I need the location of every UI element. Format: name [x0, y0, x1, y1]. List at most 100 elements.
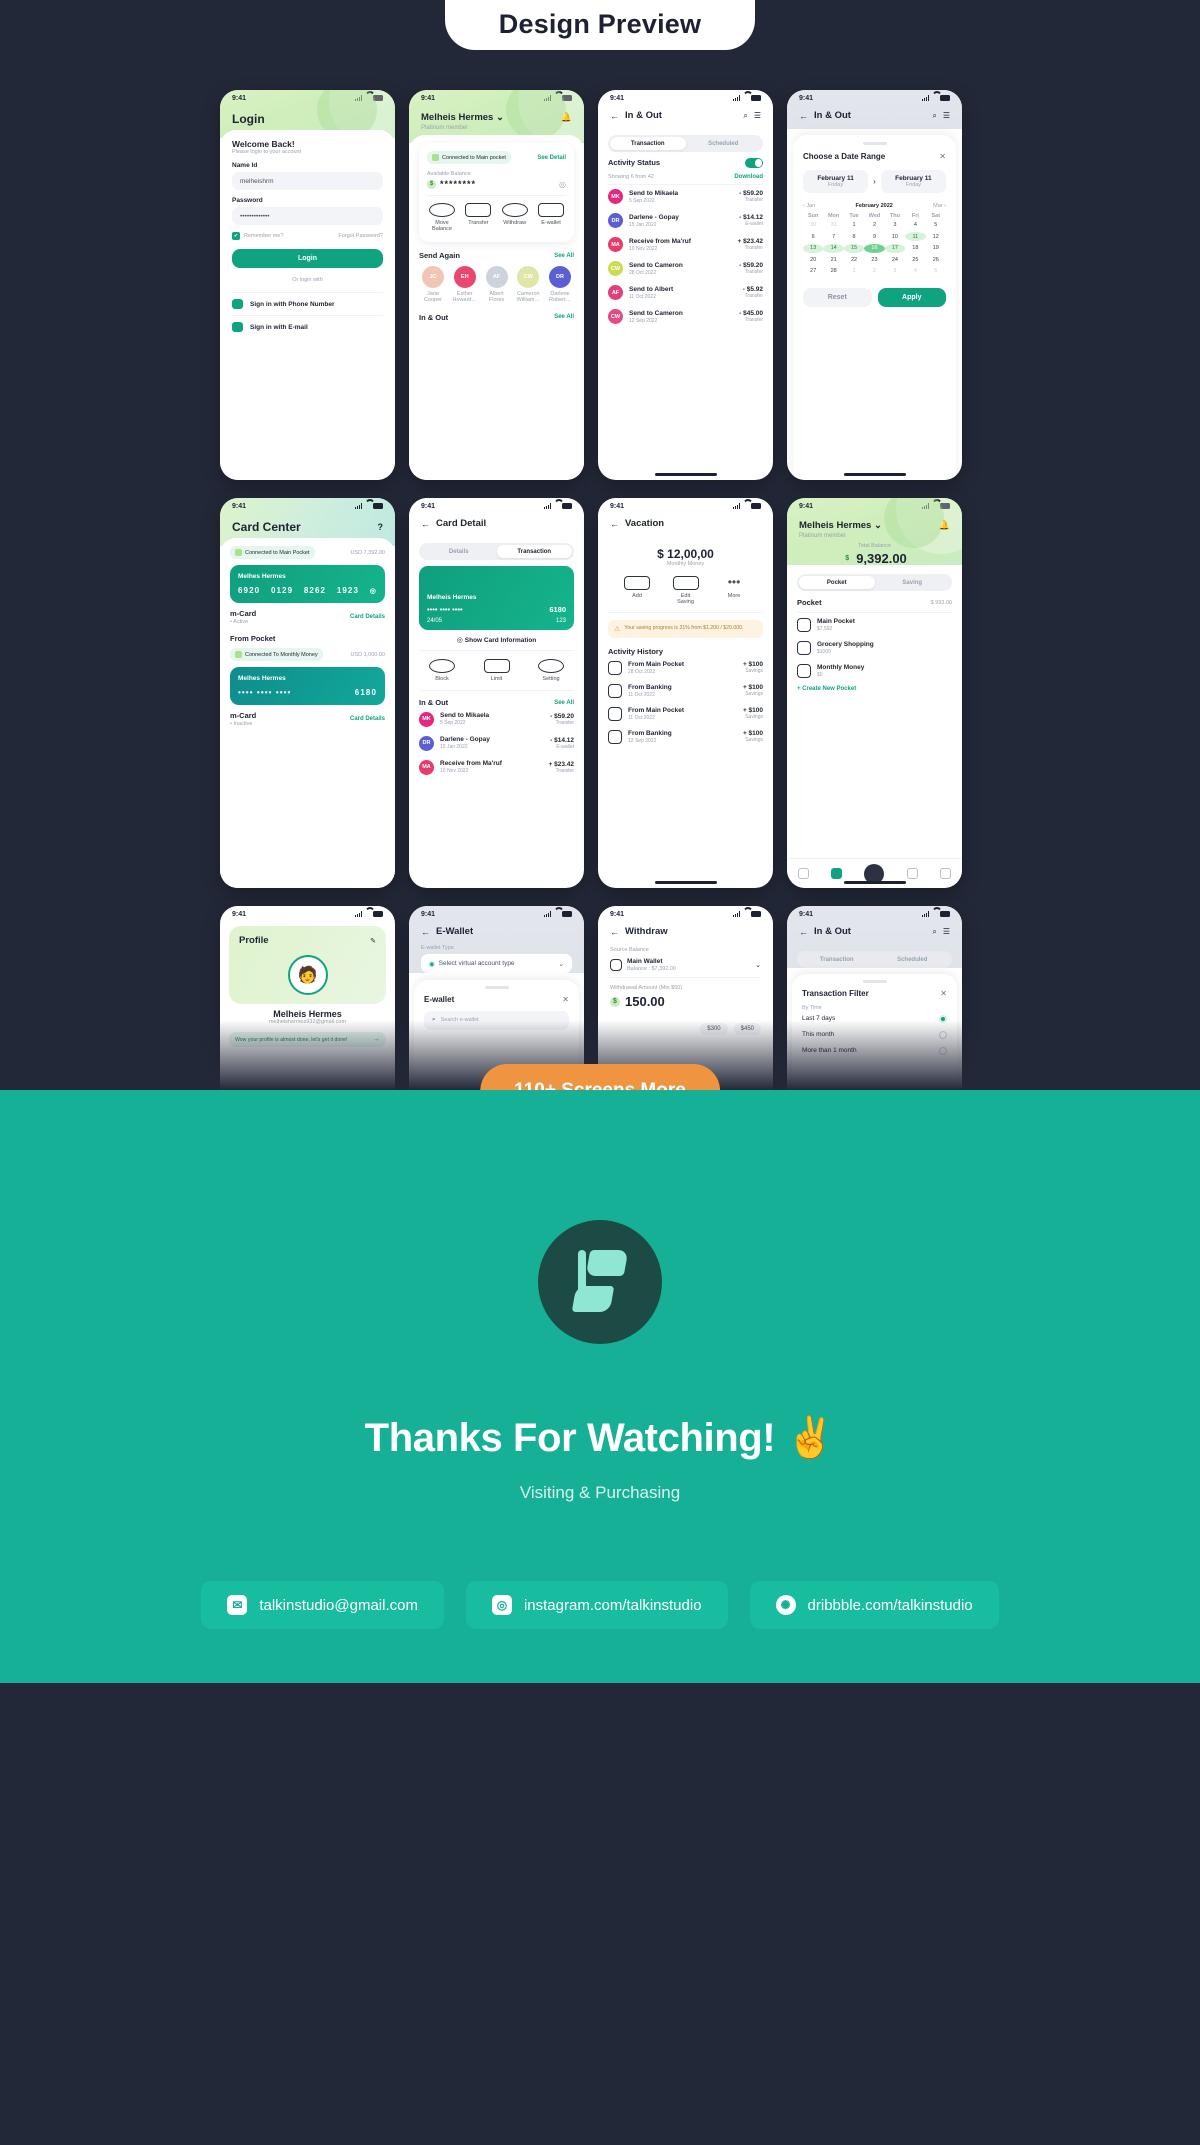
calendar-day[interactable]: 31	[823, 221, 843, 230]
ewallet-type-select[interactable]: ◉ Select virtual account type ⌄	[421, 954, 572, 973]
show-card-info-button[interactable]: ◎ Show Card Information	[419, 636, 574, 644]
pencil-icon[interactable]: ✎	[370, 937, 376, 945]
search-icon[interactable]: ⌕	[932, 111, 936, 121]
calendar[interactable]: ‹ Jan February 2022 Mar › Sun Mon Tue We…	[803, 203, 946, 276]
calendar-day[interactable]: 20	[803, 255, 823, 264]
calendar-day[interactable]: 23	[864, 255, 884, 264]
avatar[interactable]: 🧑	[287, 955, 328, 995]
calendar-day[interactable]: 28	[823, 267, 843, 276]
quick-action-transfer[interactable]: Transfer	[465, 203, 492, 232]
chevron-down-icon[interactable]: ⌄	[559, 960, 564, 968]
calendar-day[interactable]: 21	[823, 255, 843, 264]
start-date-field[interactable]: February 11 Friday	[803, 169, 869, 193]
filter-tabs[interactable]: Transaction Scheduled	[797, 951, 952, 968]
quick-action-ewallet[interactable]: E-wallet	[537, 203, 564, 232]
calendar-day[interactable]: 15	[843, 243, 865, 253]
calendar-day[interactable]: 22	[844, 255, 864, 264]
forgot-password-link[interactable]: Forgot Password?	[338, 233, 383, 239]
table-row[interactable]: MK Send to Mikaela 5 Sep 2022 - $59.20 Trans…	[419, 707, 574, 731]
tab-card-icon[interactable]	[906, 868, 918, 879]
table-row[interactable]: CW Send to Cameron 12 Sep 2022 - $45.00 Tran…	[608, 305, 763, 329]
table-row[interactable]: AF Send to Albert 11 Oct 2022 - $5.92 Transf…	[608, 281, 763, 305]
inout-see-all[interactable]: See All	[554, 700, 574, 706]
signin-phone-label[interactable]: Sign in with Phone Number	[250, 301, 335, 308]
download-link[interactable]: Download	[734, 174, 763, 180]
phone-home[interactable]: 9:41 Melheis Hermes ⌄ Platinum member 🔔 …	[409, 90, 584, 480]
filter-icon[interactable]: ☰	[943, 111, 950, 120]
end-date-field[interactable]: February 11 Friday	[880, 169, 947, 193]
contact-instagram[interactable]: ◎ instagram.com/talkinstudio	[465, 1581, 728, 1629]
calendar-day[interactable]: 11	[905, 232, 926, 241]
tab-home-icon[interactable]	[798, 868, 810, 879]
credit-card-1[interactable]: Melhes Hermes 6920 0129 8262 1923 ◎	[230, 565, 385, 603]
calendar-day[interactable]: 1	[844, 221, 864, 230]
list-item[interactable]: Grocery Shopping $1000	[797, 636, 952, 659]
contact-item[interactable]: EH Esther Howard…	[451, 266, 479, 304]
table-row[interactable]: DR Darlene - Gopay 15 Jan 2022 - $14.12 E-wa…	[608, 209, 763, 233]
calendar-day[interactable]: 4	[905, 267, 925, 276]
calendar-day[interactable]: 26	[926, 255, 946, 264]
close-icon[interactable]: ✕	[562, 995, 569, 1004]
eye-icon[interactable]: ◎	[559, 180, 566, 189]
table-row[interactable]: CW Send to Cameron 28 Oct 2022 - $59.20 Tran…	[608, 257, 763, 281]
back-arrow-icon[interactable]: ←	[610, 927, 619, 937]
contact-item[interactable]: DR Darlene Robert…	[546, 266, 574, 304]
tab-scheduled[interactable]: Scheduled	[686, 137, 762, 150]
bell-icon[interactable]: 🔔	[561, 112, 572, 123]
phone-login[interactable]: 9:41 Login Welcome Back! Please login to…	[220, 90, 395, 480]
pocket-tabs[interactable]: Pocket Saving	[797, 574, 952, 591]
close-icon[interactable]: ✕	[940, 989, 947, 998]
card2-details-link[interactable]: Card Details	[350, 716, 385, 722]
quick-action-withdraw[interactable]: Withdraw	[501, 203, 528, 232]
tab-transaction[interactable]: Transaction	[610, 137, 686, 150]
tab-scheduled[interactable]: Scheduled	[875, 953, 951, 966]
credit-card-2[interactable]: Melhes Hermes •••• •••• •••• 6180	[230, 667, 385, 705]
calendar-day[interactable]: 10	[885, 232, 905, 241]
list-item[interactable]: From Banking 11 Oct 2022 + $100 Savings	[608, 679, 763, 702]
home-user-name[interactable]: Melheis Hermes ⌄	[421, 112, 504, 123]
remember-checkbox[interactable]: ✔	[232, 232, 240, 240]
tab-saving[interactable]: Saving	[875, 576, 951, 589]
list-item[interactable]: Main Pocket $7,592	[797, 613, 952, 636]
calendar-day[interactable]: 9	[864, 232, 884, 241]
action-block[interactable]: Block	[429, 659, 455, 682]
bell-icon[interactable]: 🔔	[939, 520, 950, 531]
name-input[interactable]: melheishrm	[232, 172, 383, 190]
calendar-day[interactable]: 24	[885, 255, 905, 264]
list-item[interactable]: From Main Pocket 28 Oct 2022 + $100 Savings	[608, 656, 763, 679]
tab-details[interactable]: Details	[421, 545, 497, 558]
back-arrow-icon[interactable]: ←	[421, 927, 430, 937]
phone-vacation[interactable]: 9:41 ← Vacation $ 12,00,00 Monthly Money…	[598, 498, 773, 888]
prev-month-button[interactable]: ‹ Jan	[803, 203, 815, 209]
filter-icon[interactable]: ☰	[754, 111, 761, 120]
contact-item[interactable]: CW Cameron William…	[514, 266, 542, 304]
search-icon[interactable]: ⌕	[932, 927, 936, 937]
help-icon[interactable]: ?	[378, 522, 384, 532]
calendar-day[interactable]: 17	[884, 243, 906, 253]
calendar-day[interactable]: 2	[864, 267, 884, 276]
tab-transaction[interactable]: Transaction	[799, 953, 875, 966]
back-arrow-icon[interactable]: ←	[799, 111, 808, 121]
apply-button[interactable]: Apply	[877, 287, 946, 307]
table-row[interactable]: MA Receive from Ma'ruf 10 Nov 2022 + $23.42…	[419, 755, 574, 779]
pocket-user-name[interactable]: Melheis Hermes ⌄	[799, 520, 882, 531]
send-again-see-all[interactable]: See All	[554, 253, 574, 259]
create-new-pocket-button[interactable]: + Create New Pocket	[797, 686, 952, 692]
sheet-grabber[interactable]	[862, 142, 887, 145]
quick-action-move-balance[interactable]: Move Balance	[429, 203, 455, 232]
calendar-day[interactable]: 3	[885, 267, 905, 276]
calendar-day[interactable]: 16	[864, 243, 885, 253]
contact-email[interactable]: ✉ talkinstudio@gmail.com	[201, 1581, 444, 1629]
table-row[interactable]: DR Darlene - Gopay 15 Jan 2022 - $14.12 E-wa…	[419, 731, 574, 755]
calendar-day[interactable]: 5	[926, 267, 946, 276]
back-arrow-icon[interactable]: ←	[610, 111, 619, 121]
calendar-day[interactable]: 5	[926, 221, 946, 230]
tab-transaction[interactable]: Transaction	[496, 545, 572, 558]
phone-card-center[interactable]: 9:41 Card Center ? Connected to Main Poc…	[220, 498, 395, 888]
phone-pocket[interactable]: 9:41 Melheis Hermes ⌄ Platinum member 🔔 …	[787, 498, 962, 888]
calendar-day[interactable]: 12	[926, 232, 946, 241]
chevron-down-icon[interactable]: ⌄	[496, 112, 504, 123]
calendar-day[interactable]: 13	[803, 243, 824, 253]
calendar-day[interactable]: 6	[803, 232, 823, 241]
tab-wallet-icon[interactable]	[831, 868, 843, 879]
